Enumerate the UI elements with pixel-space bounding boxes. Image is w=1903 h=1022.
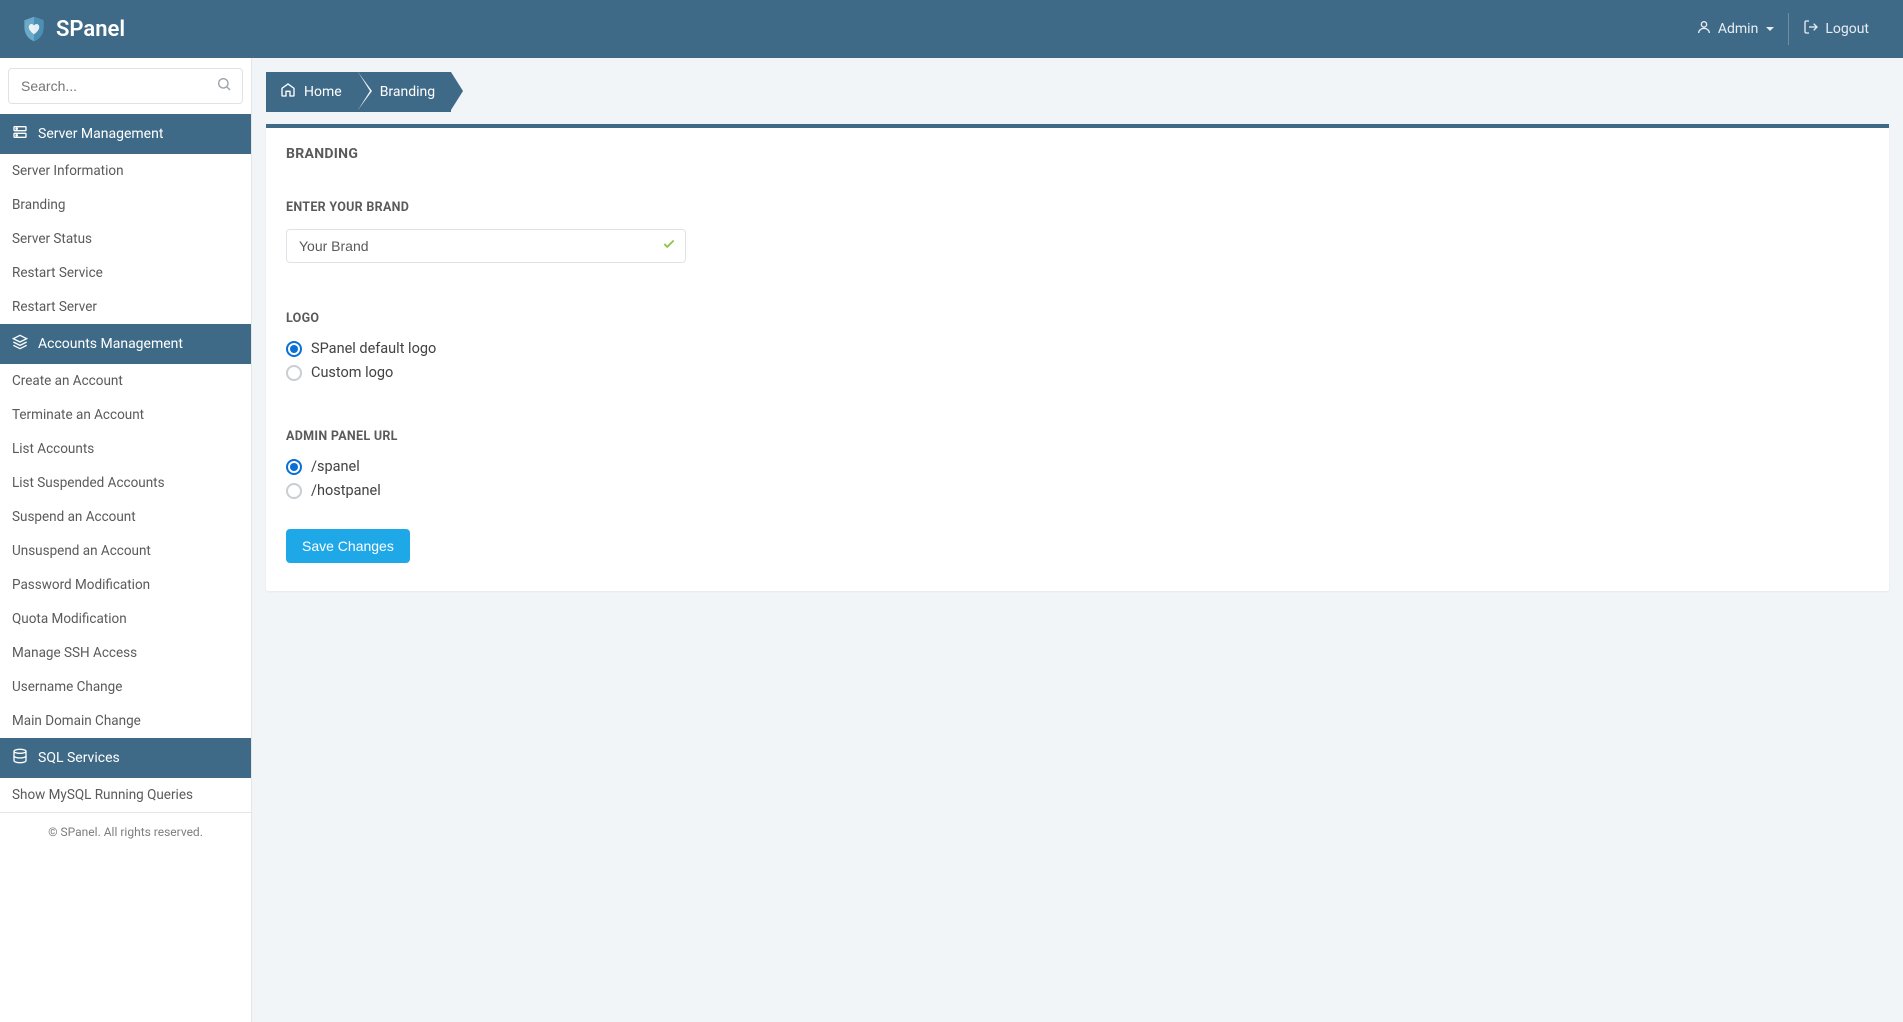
topbar: SPanel Admin Logout [0,0,1903,58]
url-option-hostpanel[interactable]: /hostpanel [286,482,1869,499]
brand-section-label: ENTER YOUR BRAND [286,200,1869,215]
branding-card: BRANDING ENTER YOUR BRAND LOGO [266,124,1889,591]
search-input[interactable] [9,69,242,103]
radio-label: SPanel default logo [311,340,436,357]
sidebar-item-suspend-account[interactable]: Suspend an Account [0,500,251,534]
radio-icon [286,365,302,381]
app-logo[interactable]: SPanel [20,15,125,43]
sidebar-search[interactable] [8,68,243,104]
logout-button[interactable]: Logout [1788,13,1883,45]
save-button[interactable]: Save Changes [286,529,410,563]
sidebar-section-label: SQL Services [38,750,120,766]
server-icon [12,124,28,144]
url-section: ADMIN PANEL URL /spanel /hostpanel [286,429,1869,499]
sidebar-item-ssh-access[interactable]: Manage SSH Access [0,636,251,670]
sidebar-section-label: Accounts Management [38,336,183,352]
shield-logo-icon [20,15,48,43]
sidebar-section-server-management[interactable]: Server Management [0,114,251,154]
breadcrumb-home-label: Home [304,84,342,100]
logout-icon [1803,19,1819,39]
sidebar-item-mysql-queries[interactable]: Show MySQL Running Queries [0,778,251,812]
check-icon [662,237,676,255]
sidebar-item-list-suspended[interactable]: List Suspended Accounts [0,466,251,500]
main-content: Home Branding BRANDING ENTER YOUR BRAND [252,58,1903,1022]
layers-icon [12,334,28,354]
sidebar-item-server-status[interactable]: Server Status [0,222,251,256]
brand-section: ENTER YOUR BRAND [286,200,1869,263]
sidebar-section-label: Server Management [38,126,163,142]
radio-label: Custom logo [311,364,393,381]
radio-icon [286,341,302,357]
sidebar-item-create-account[interactable]: Create an Account [0,364,251,398]
sidebar: Server Management Server Information Bra… [0,58,252,1022]
sidebar-section-accounts-management[interactable]: Accounts Management [0,324,251,364]
sidebar-item-restart-service[interactable]: Restart Service [0,256,251,290]
sidebar-item-branding[interactable]: Branding [0,188,251,222]
card-title: BRANDING [286,146,1869,162]
url-section-label: ADMIN PANEL URL [286,429,1869,444]
logo-section-label: LOGO [286,311,1869,326]
radio-label: /spanel [311,458,360,475]
topbar-right: Admin Logout [1682,13,1883,45]
sidebar-section-sql-services[interactable]: SQL Services [0,738,251,778]
sidebar-item-restart-server[interactable]: Restart Server [0,290,251,324]
logout-label: Logout [1825,21,1869,37]
app-name: SPanel [56,17,125,42]
home-icon [280,82,296,102]
copyright: © SPanel. All rights reserved. [0,812,251,851]
logo-section: LOGO SPanel default logo Custom logo [286,311,1869,381]
chevron-down-icon [1766,27,1774,31]
brand-input[interactable] [286,229,686,263]
breadcrumb-home[interactable]: Home [266,72,358,112]
breadcrumb-current[interactable]: Branding [358,72,451,112]
sidebar-item-quota-mod[interactable]: Quota Modification [0,602,251,636]
breadcrumb-current-label: Branding [380,84,435,100]
sidebar-item-domain-change[interactable]: Main Domain Change [0,704,251,738]
sidebar-item-server-information[interactable]: Server Information [0,154,251,188]
sidebar-item-password-mod[interactable]: Password Modification [0,568,251,602]
sidebar-item-username-change[interactable]: Username Change [0,670,251,704]
radio-label: /hostpanel [311,482,381,499]
user-menu[interactable]: Admin [1682,13,1788,45]
user-label: Admin [1718,21,1758,37]
logo-option-default[interactable]: SPanel default logo [286,340,1869,357]
sidebar-item-unsuspend-account[interactable]: Unsuspend an Account [0,534,251,568]
radio-icon [286,483,302,499]
sidebar-item-list-accounts[interactable]: List Accounts [0,432,251,466]
radio-icon [286,459,302,475]
sidebar-item-terminate-account[interactable]: Terminate an Account [0,398,251,432]
search-icon [216,76,232,96]
user-icon [1696,19,1712,39]
logo-option-custom[interactable]: Custom logo [286,364,1869,381]
url-option-spanel[interactable]: /spanel [286,458,1869,475]
breadcrumb: Home Branding [266,72,1889,112]
database-icon [12,748,28,768]
